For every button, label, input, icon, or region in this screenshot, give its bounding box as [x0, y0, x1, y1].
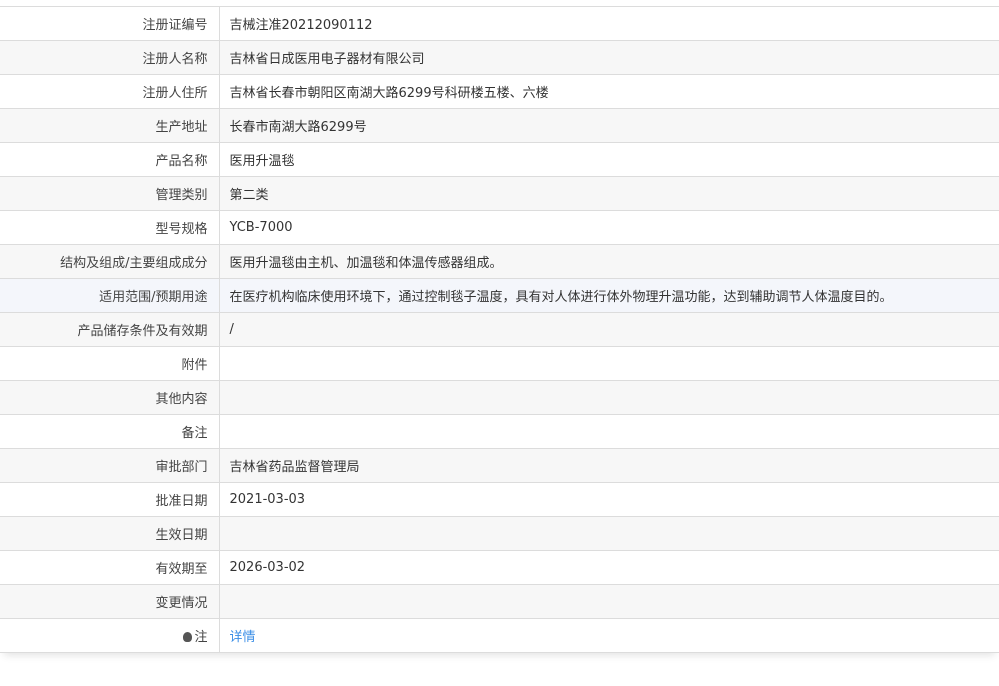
- field-label: 注册人名称: [0, 40, 220, 75]
- field-label: 产品名称: [0, 142, 220, 177]
- table-row: 型号规格 YCB-7000: [0, 210, 999, 245]
- field-value: 长春市南湖大路6299号: [219, 108, 999, 143]
- table-row: 备注: [0, 414, 999, 449]
- field-label: 生产地址: [0, 108, 220, 143]
- table-row: 审批部门 吉林省药品监督管理局: [0, 448, 999, 483]
- registration-detail-table: 注册证编号 吉械注准20212090112 注册人名称 吉林省日成医用电子器材有限公司…: [0, 6, 999, 653]
- table-row: 附件: [0, 346, 999, 381]
- field-value: 医用升温毯由主机、加温毯和体温传感器组成。: [219, 244, 999, 279]
- table-row: 结构及组成/主要组成成分 医用升温毯由主机、加温毯和体温传感器组成。: [0, 244, 999, 279]
- table-row: 变更情况: [0, 584, 999, 619]
- table-row: 其他内容: [0, 380, 999, 415]
- field-label: 附件: [0, 346, 220, 381]
- field-label: 审批部门: [0, 448, 220, 483]
- field-value: 吉林省日成医用电子器材有限公司: [219, 40, 999, 75]
- table-row: 注册人名称 吉林省日成医用电子器材有限公司: [0, 40, 999, 75]
- field-label: 注册人住所: [0, 74, 220, 109]
- field-value: 吉林省长春市朝阳区南湖大路6299号科研楼五楼、六楼: [219, 74, 999, 109]
- note-label: 注: [194, 630, 208, 645]
- table-row: 批准日期 2021-03-03: [0, 482, 999, 517]
- field-value: 2021-03-03: [219, 482, 999, 517]
- field-label: 生效日期: [0, 516, 220, 551]
- table-row: 生产地址 长春市南湖大路6299号: [0, 108, 999, 143]
- table-row-note: 注 详情: [0, 618, 999, 653]
- field-label: 适用范围/预期用途: [0, 278, 220, 313]
- field-label: 批准日期: [0, 482, 220, 517]
- table-row: 有效期至 2026-03-02: [0, 550, 999, 585]
- field-value: 医用升温毯: [219, 142, 999, 177]
- field-value: 吉械注准20212090112: [219, 6, 999, 41]
- field-label: 备注: [0, 414, 220, 449]
- field-label: 型号规格: [0, 210, 220, 245]
- field-value: /: [219, 312, 999, 347]
- table-row: 管理类别 第二类: [0, 176, 999, 211]
- field-value: [219, 380, 999, 415]
- table-row: 产品名称 医用升温毯: [0, 142, 999, 177]
- field-value: [219, 346, 999, 381]
- field-label: 有效期至: [0, 550, 220, 585]
- field-value: 第二类: [219, 176, 999, 211]
- table-row: 产品储存条件及有效期 /: [0, 312, 999, 347]
- field-label: 管理类别: [0, 176, 220, 211]
- field-value: [219, 414, 999, 449]
- field-value: [219, 516, 999, 551]
- field-label: 注册证编号: [0, 6, 220, 41]
- field-value: 吉林省药品监督管理局: [219, 448, 999, 483]
- field-label: 产品储存条件及有效期: [0, 312, 220, 347]
- field-value: [219, 584, 999, 619]
- field-value: YCB-7000: [219, 210, 999, 245]
- field-label: 变更情况: [0, 584, 220, 619]
- lightbulb-icon: [183, 632, 193, 642]
- field-value: 2026-03-02: [219, 550, 999, 585]
- table-row: 注册人住所 吉林省长春市朝阳区南湖大路6299号科研楼五楼、六楼: [0, 74, 999, 109]
- table-row: 生效日期: [0, 516, 999, 551]
- table-row: 适用范围/预期用途 在医疗机构临床使用环境下，通过控制毯子温度，具有对人体进行体外…: [0, 278, 999, 313]
- details-link[interactable]: 详情: [230, 630, 256, 645]
- field-label: 其他内容: [0, 380, 220, 415]
- field-value: 在医疗机构临床使用环境下，通过控制毯子温度，具有对人体进行体外物理升温功能，达到…: [219, 278, 999, 313]
- field-label: 结构及组成/主要组成成分: [0, 244, 220, 279]
- table-row: 注册证编号 吉械注准20212090112: [0, 6, 999, 41]
